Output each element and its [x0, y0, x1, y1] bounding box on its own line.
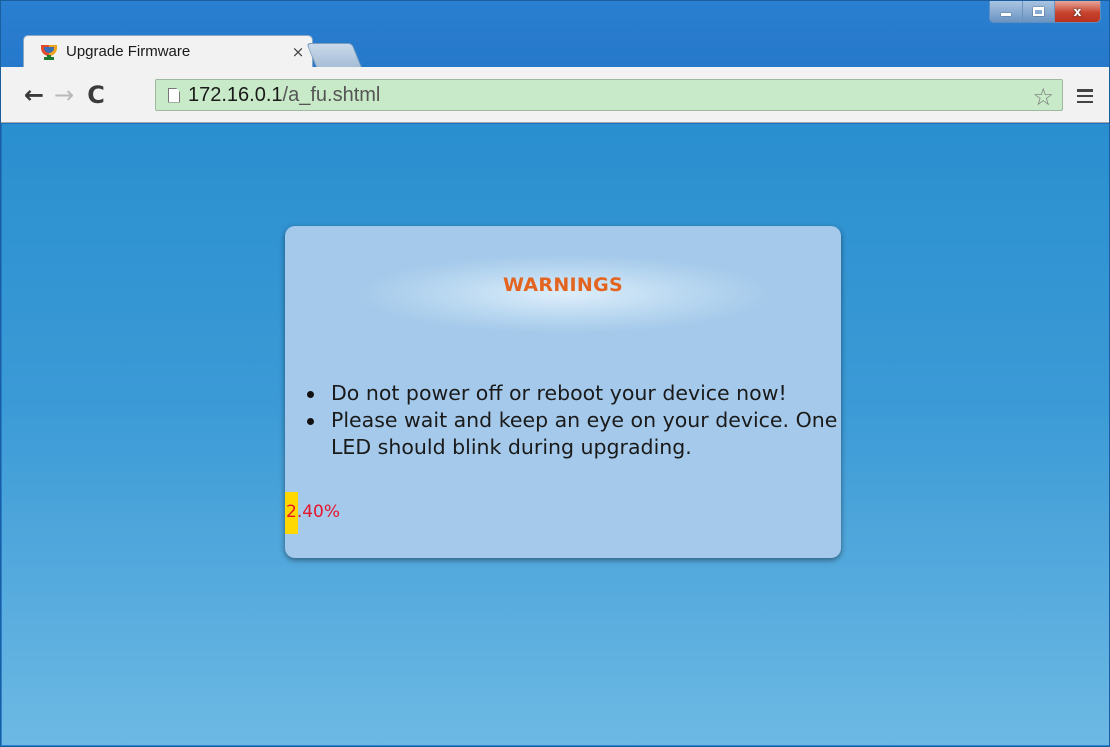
url-path: /a_fu.shtml [282, 83, 381, 106]
progress-label: 2.40% [286, 502, 341, 522]
maximize-button[interactable] [1022, 1, 1054, 22]
bookmark-star-icon[interactable]: ☆ [1032, 83, 1054, 111]
maximize-icon [1033, 7, 1044, 16]
page-content: WARNINGS Do not power off or reboot your… [2, 124, 1109, 745]
list-item: Please wait and keep an eye on your devi… [305, 407, 845, 461]
browser-window: x Upgrade Firmware × ← → C 172.16.0.1/a_… [0, 0, 1110, 747]
warning-list: Do not power off or reboot your device n… [305, 380, 845, 461]
forward-arrow-icon[interactable]: → [51, 81, 77, 109]
back-arrow-icon[interactable]: ← [21, 81, 47, 109]
new-tab-button[interactable] [306, 43, 362, 67]
warning-dialog: WARNINGS Do not power off or reboot your… [285, 226, 841, 558]
title-bar: x Upgrade Firmware × [1, 1, 1109, 77]
upgrade-progress-bar: 2.40% [285, 492, 841, 534]
tab-upgrade-firmware[interactable]: Upgrade Firmware × [23, 35, 313, 67]
address-bar[interactable]: 172.16.0.1/a_fu.shtml ☆ [155, 79, 1063, 111]
menu-icon[interactable] [1077, 89, 1093, 103]
url-host: 172.16.0.1 [188, 83, 283, 106]
minimize-icon [1001, 13, 1011, 16]
browser-toolbar: ← → C 172.16.0.1/a_fu.shtml ☆ [1, 67, 1109, 123]
dialog-title: WARNINGS [503, 274, 623, 296]
list-item: Do not power off or reboot your device n… [305, 380, 845, 407]
tab-title: Upgrade Firmware [66, 43, 191, 60]
trophy-icon [40, 44, 58, 60]
minimize-button[interactable] [990, 1, 1022, 22]
reload-icon[interactable]: C [83, 81, 109, 109]
page-icon [168, 87, 180, 103]
window-controls: x [989, 1, 1101, 23]
close-window-button[interactable]: x [1054, 1, 1100, 22]
